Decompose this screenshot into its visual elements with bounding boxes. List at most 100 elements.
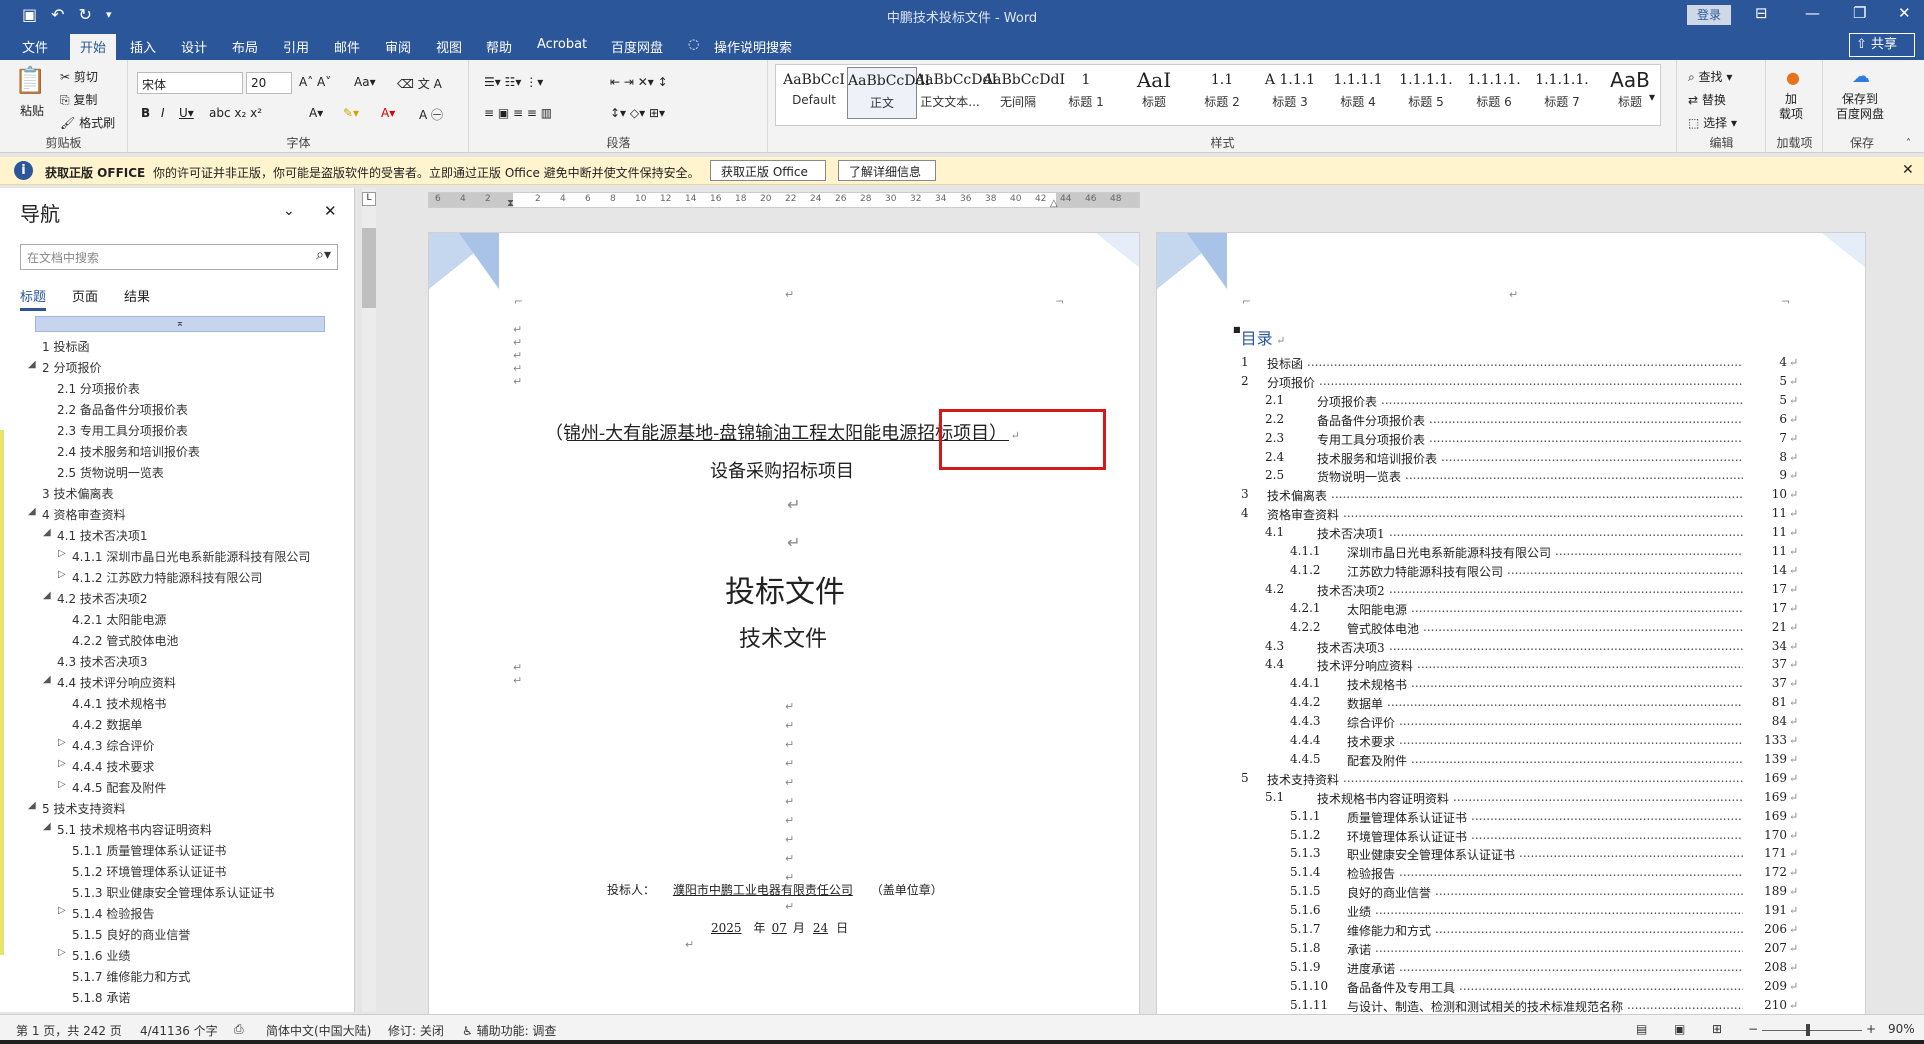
- web-layout-icon[interactable]: ⊞: [1712, 1022, 1722, 1036]
- nav-heading-item[interactable]: ◢ 5.1 技术规格书内容证明资料: [43, 821, 212, 838]
- styles-more-icon[interactable]: ▾: [1649, 90, 1655, 104]
- collapse-arrow-icon[interactable]: ◢: [43, 590, 51, 601]
- toc-entry[interactable]: 5.1.3 职业健康安全管理体系认证证书.....................…: [1157, 846, 1865, 864]
- language-status[interactable]: 简体中文(中国大陆): [266, 1022, 371, 1039]
- line-spacing-icon[interactable]: ↕▾ ◇▾ ⊞▾: [610, 106, 665, 120]
- zoom-level[interactable]: 90%: [1888, 1022, 1915, 1036]
- nav-heading-item[interactable]: 2.3 专用工具分项报价表: [57, 422, 188, 439]
- copy-button[interactable]: ⎘ 复制: [60, 91, 97, 108]
- track-changes-status[interactable]: 修订: 关闭: [388, 1022, 444, 1039]
- toc-entry[interactable]: 4.4.5 配套及附件..............................…: [1157, 751, 1865, 770]
- toc-entry[interactable]: 2.1 分项报价表................................…: [1157, 392, 1865, 411]
- underline-icon[interactable]: U▾: [179, 106, 194, 120]
- tab-help[interactable]: 帮助: [486, 37, 512, 56]
- style-9[interactable]: 1.1.1.1. 标题 5: [1391, 67, 1461, 119]
- nav-heading-item[interactable]: 4.2.1 太阳能电源: [72, 611, 166, 628]
- italic-icon[interactable]: I: [161, 106, 165, 120]
- nav-tab-pages[interactable]: 页面: [72, 286, 98, 311]
- nav-heading-item[interactable]: 2.4 技术服务和培训报价表: [57, 443, 200, 460]
- page-count[interactable]: 第 1 页，共 242 页: [16, 1022, 122, 1039]
- nav-heading-item[interactable]: 5.1.5 良好的商业信誉: [72, 926, 190, 943]
- style-10[interactable]: 1.1.1.1. 标题 6: [1459, 67, 1529, 119]
- format-painter-button[interactable]: 🖌 格式刷: [60, 114, 115, 131]
- nav-heading-item[interactable]: 4.2.2 管式胶体电池: [72, 632, 178, 649]
- toc-entry[interactable]: 5 技术支持资料.................................…: [1157, 770, 1865, 789]
- toc-entry[interactable]: 4.4.2 数据单................................…: [1157, 695, 1865, 713]
- right-indent-marker-icon[interactable]: △: [1050, 198, 1058, 209]
- nav-heading-item[interactable]: ▷ 4.1.1 深圳市晶日光电系新能源科技有限公司: [58, 548, 310, 565]
- nav-search-input[interactable]: 在文档中搜索 ⌕▾: [20, 244, 338, 270]
- nav-heading-item[interactable]: ◢ 4.1 技术否决项1: [43, 527, 148, 544]
- accessibility-status[interactable]: ♿ 辅助功能: 调查: [462, 1022, 556, 1039]
- toc-entry[interactable]: 5.1.7 维修能力和方式............................…: [1157, 922, 1865, 940]
- cut-button[interactable]: ✂ 剪切: [60, 68, 98, 85]
- login-button[interactable]: 登录: [1687, 5, 1731, 25]
- nav-heading-item[interactable]: 3 技术偏离表: [42, 485, 113, 502]
- zoom-in-icon[interactable]: +: [1866, 1022, 1876, 1036]
- tab-baidu[interactable]: 百度网盘: [611, 37, 663, 56]
- toc-entry[interactable]: 4.4.4 技术要求...............................…: [1157, 733, 1865, 751]
- replace-button[interactable]: ⇄ 替换: [1688, 91, 1726, 108]
- toc-entry[interactable]: 4.2.2 管式胶体电池.............................…: [1157, 619, 1865, 638]
- nav-heading-item[interactable]: 2.5 货物说明一览表: [57, 464, 164, 481]
- expand-arrow-icon[interactable]: ▷: [58, 569, 66, 580]
- strikethrough-icon[interactable]: abc x₂ x²: [209, 106, 262, 120]
- ribbon-display-icon[interactable]: ⊟: [1755, 4, 1768, 22]
- chevron-down-icon[interactable]: ⌄: [283, 203, 295, 219]
- toc-entry[interactable]: 3 技术偏离表..................................…: [1157, 487, 1865, 505]
- toc-entry[interactable]: 4.1 技术否决项1...............................…: [1157, 525, 1865, 543]
- clear-format-icon[interactable]: ⌫ 文 A: [397, 75, 442, 92]
- tab-mailings[interactable]: 邮件: [334, 37, 360, 56]
- baidu-cloud-icon[interactable]: ☁: [1852, 66, 1870, 87]
- indent-icons[interactable]: ⇤ ⇥ ✕▾ ↕: [610, 75, 668, 89]
- style-4[interactable]: 1 标题 1: [1051, 67, 1121, 119]
- nav-heading-item[interactable]: 5.1.3 职业健康安全管理体系认证证书: [72, 884, 274, 901]
- style-3[interactable]: AaBbCcDdI 无间隔: [983, 67, 1065, 119]
- font-color-icon[interactable]: A▾: [381, 106, 395, 120]
- nav-heading-item[interactable]: ◢ 4.2 技术否决项2: [43, 590, 148, 607]
- tab-layout[interactable]: 布局: [232, 37, 258, 56]
- restore-icon[interactable]: ❐: [1853, 4, 1866, 22]
- nav-heading-item[interactable]: 5.1.1 质量管理体系认证证书: [72, 842, 226, 859]
- nav-heading-item[interactable]: ▷ 4.4.4 技术要求: [58, 758, 154, 775]
- search-icon[interactable]: ⌕▾: [316, 247, 331, 263]
- toc-entry[interactable]: 4.3 技术否决项3...............................…: [1157, 638, 1865, 657]
- tab-file[interactable]: 文件: [22, 37, 48, 56]
- nav-tab-headings[interactable]: 标题: [20, 286, 47, 311]
- toc-entry[interactable]: 4.1.1 深圳市晶日光电系新能源科技有限公司..................…: [1157, 544, 1865, 562]
- tab-acrobat[interactable]: Acrobat: [537, 37, 587, 52]
- toc-entry[interactable]: 4.2 技术否决项2...............................…: [1157, 581, 1865, 600]
- expand-arrow-icon[interactable]: ▷: [58, 548, 66, 559]
- toc-entry[interactable]: 5.1.10 备品备件及专用工具.........................…: [1157, 978, 1865, 997]
- save-to-baidu-button[interactable]: 保存到 百度网盘: [1836, 92, 1884, 122]
- char-shading-icon[interactable]: A ㊀: [419, 106, 443, 123]
- toc-entry[interactable]: 2.4 技术服务和培训报价表...........................…: [1157, 449, 1865, 468]
- bold-icon[interactable]: B: [141, 106, 150, 120]
- tab-references[interactable]: 引用: [283, 37, 309, 56]
- toc-entry[interactable]: 1 投标函....................................…: [1157, 355, 1865, 373]
- toc-entry[interactable]: 4 资格审查资料.................................…: [1157, 506, 1865, 524]
- nav-heading-item[interactable]: 5.1.8 承诺: [72, 989, 130, 1006]
- toc-entry[interactable]: 5.1.2 环境管理体系认证证书.........................…: [1157, 827, 1865, 846]
- nav-heading-item[interactable]: 2.1 分项报价表: [57, 380, 140, 397]
- nav-heading-item[interactable]: 5.1.2 环境管理体系认证证书: [72, 863, 226, 880]
- toc-entry[interactable]: 4.4.1 技术规格书..............................…: [1157, 676, 1865, 694]
- toc-entry[interactable]: 2 分项报价...................................…: [1157, 373, 1865, 392]
- addins-button[interactable]: 加 载项: [1779, 92, 1803, 122]
- document-page-toc[interactable]: ⌐ ¬ ↵ ■目录 ↵ 1 投标函........................…: [1156, 232, 1866, 1017]
- style-6[interactable]: 1.1 标题 2: [1187, 67, 1257, 119]
- collapse-ribbon-icon[interactable]: ˄: [1906, 138, 1911, 149]
- toc-entry[interactable]: 5.1.9 进度承诺...............................…: [1157, 959, 1865, 978]
- toc-entry[interactable]: 4.4 技术评分响应资料.............................…: [1157, 657, 1865, 675]
- toc-entry[interactable]: 4.4.3 综合评价...............................…: [1157, 714, 1865, 732]
- minimize-icon[interactable]: —: [1805, 4, 1820, 22]
- toc-entry[interactable]: 4.2.1 太阳能电源..............................…: [1157, 600, 1865, 619]
- nav-heading-item[interactable]: ▷ 5.1.4 检验报告: [58, 905, 154, 922]
- nav-heading-item[interactable]: 2.2 备品备件分项报价表: [57, 401, 188, 418]
- tab-selector-icon[interactable]: L: [362, 192, 376, 206]
- document-page-cover[interactable]: ⌐ ¬ ↵ ↵ ↵ ↵ ↵ ↵ （锦州-大有能源基地-盘锦输油工程太阳能电源招标项目） …: [428, 232, 1140, 1017]
- style-11[interactable]: 1.1.1.1. 标题 7: [1527, 67, 1597, 119]
- toc-entry[interactable]: 2.5 货物说明一览表..............................…: [1157, 468, 1865, 486]
- align-icons[interactable]: ≡ ▣ ≡ ≡ ▥: [484, 106, 552, 120]
- style-1[interactable]: AaBbCcDdI 正文: [847, 67, 930, 119]
